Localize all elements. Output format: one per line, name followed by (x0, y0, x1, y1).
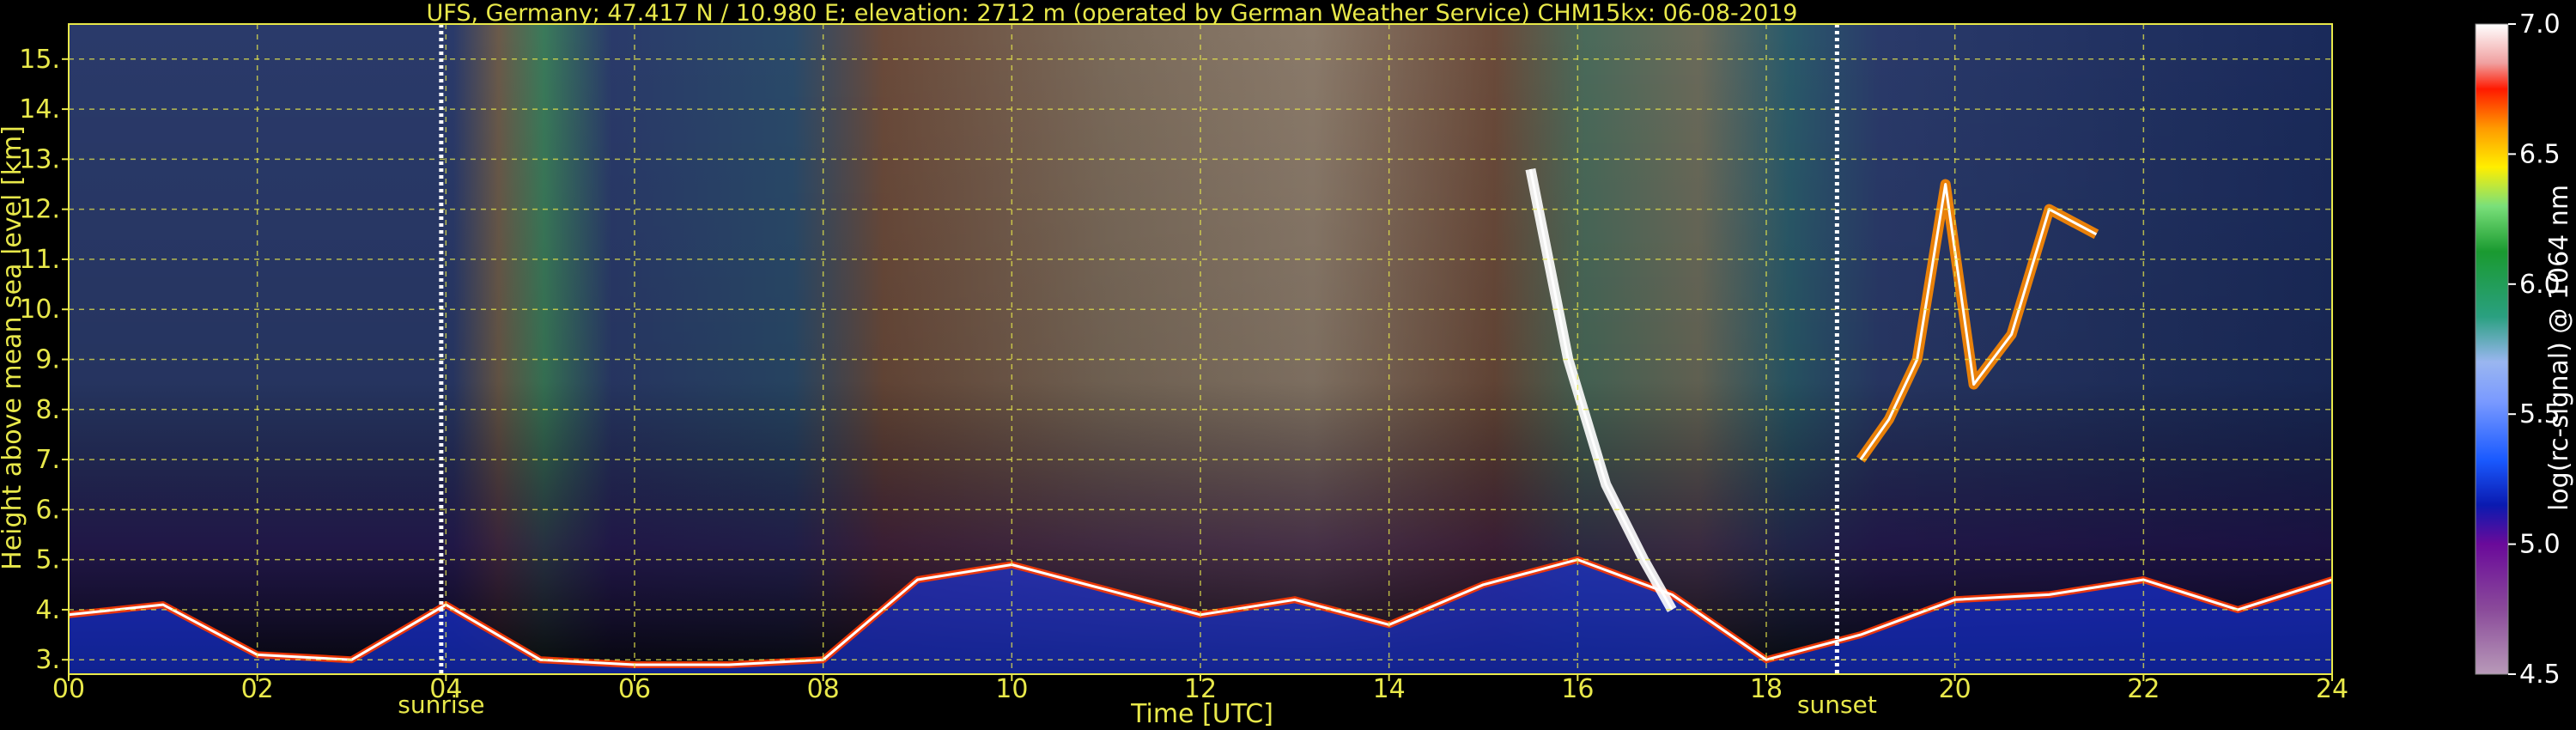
event-label-sunset: sunset (1797, 690, 1877, 719)
x-tick-label: 10 (995, 674, 1028, 704)
colorbar: 4.55.05.56.06.57.0 log(rc-signal) @ 1064… (2475, 9, 2574, 690)
y-tick-label: 7. (35, 445, 60, 475)
x-tick-label: 00 (52, 674, 85, 704)
ceilometer-chart: UFS, Germany; 47.417 N / 10.980 E; eleva… (0, 0, 2574, 729)
colorbar-scale (2475, 23, 2509, 675)
y-tick-label: 15. (19, 45, 60, 75)
x-tick-label: 22 (2127, 674, 2160, 704)
y-tick-label: 14. (19, 94, 60, 125)
y-tick-label: 3. (35, 645, 60, 675)
colorbar-tick-label: 5.0 (2519, 530, 2561, 560)
y-axis-label: Height above mean sea level [km] (0, 125, 27, 570)
y-tick-label: 8. (35, 395, 60, 425)
y-tick-label: 4. (35, 595, 60, 625)
x-tick-label: 18 (1750, 674, 1783, 704)
x-axis-label: Time [UTC] (1130, 699, 1273, 729)
x-tick-label: 06 (618, 674, 651, 704)
y-tick-label: 9. (35, 345, 60, 375)
x-tick-label: 20 (1939, 674, 1971, 704)
x-tick-label: 02 (241, 674, 274, 704)
x-tick-label: 24 (2316, 674, 2348, 704)
colorbar-label: log(rc-signal) @ 1064 nm (2544, 185, 2574, 511)
x-tick-label: 08 (807, 674, 840, 704)
y-tick-label: 6. (35, 495, 60, 525)
colorbar-tick-label: 4.5 (2519, 660, 2561, 690)
y-tick-label: 5. (35, 545, 60, 575)
colorbar-tick-label: 6.5 (2519, 139, 2561, 169)
plot-area: sunrise sunset (68, 23, 2334, 719)
chart-title: UFS, Germany; 47.417 N / 10.980 E; eleva… (427, 0, 1798, 27)
x-tick-label: 04 (429, 674, 462, 704)
colorbar-tick-label: 7.0 (2519, 9, 2561, 40)
x-tick-label: 16 (1561, 674, 1594, 704)
x-tick-label: 14 (1373, 674, 1406, 704)
